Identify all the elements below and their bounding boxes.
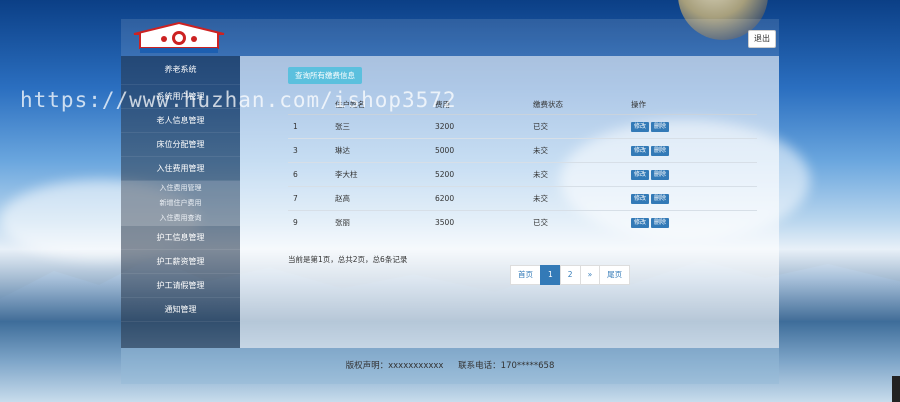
sidebar: 养老系统 系统用户管理 老人信息管理 床位分配管理 入住费用管理 入住费用管理 … [121, 56, 240, 348]
sidebar-system-title: 养老系统 [121, 56, 240, 85]
cell-id: 9 [288, 210, 330, 234]
cell-actions: 修改 删除 [626, 186, 757, 211]
sidebar-item-caregivers[interactable]: 护工信息管理 [121, 226, 240, 250]
table-header-row: 住户姓名 费用 缴费状态 操作 [288, 94, 757, 115]
cell-fee: 5200 [430, 162, 528, 187]
cell-name: 李大柱 [330, 162, 430, 187]
pager-page-2[interactable]: 2 [559, 265, 581, 285]
cell-actions: 修改 删除 [626, 114, 757, 139]
cell-name: 张丽 [330, 210, 430, 234]
cell-status: 已交 [528, 114, 626, 139]
footer: 版权声明：xxxxxxxxxxx 联系电话：170*****658 [121, 348, 779, 384]
cell-id: 3 [288, 138, 330, 163]
page-summary: 当前是第1页，总共2页，总6条记录 [288, 255, 408, 264]
fee-table: 住户姓名 费用 缴费状态 操作 1 张三 3200 已交 修改 删除 3 琳达 5 [288, 94, 757, 234]
cell-actions: 修改 删除 [626, 138, 757, 163]
sidebar-item-salary[interactable]: 护工薪资管理 [121, 250, 240, 274]
table-row: 7 赵高 6200 未交 修改 删除 [288, 186, 757, 211]
pagination: 首页 1 2 » 尾页 [510, 265, 631, 285]
cell-name: 张三 [330, 114, 430, 139]
table-row: 3 琳达 5000 未交 修改 删除 [288, 138, 757, 163]
footer-phone: 联系电话：170*****658 [458, 361, 555, 371]
delete-button[interactable]: 删除 [651, 218, 670, 228]
pager-page-1[interactable]: 1 [540, 265, 561, 285]
cell-fee: 3200 [430, 114, 528, 139]
submenu-item-fee-query[interactable]: 入住费用查询 [121, 211, 240, 226]
sidebar-submenu-fees: 入住费用管理 新增住户费用 入住费用查询 [121, 181, 240, 226]
main-content: 查询所有缴费信息 住户姓名 费用 缴费状态 操作 1 张三 3200 已交 修改… [240, 56, 779, 348]
cell-fee: 6200 [430, 186, 528, 211]
col-header-name: 住户姓名 [330, 94, 430, 115]
col-header-fee: 费用 [430, 94, 528, 115]
cell-status: 未交 [528, 162, 626, 187]
edit-button[interactable]: 修改 [631, 170, 650, 180]
logout-button[interactable]: 退出 [748, 30, 776, 48]
edit-button[interactable]: 修改 [631, 218, 650, 228]
delete-button[interactable]: 删除 [651, 170, 670, 180]
delete-button[interactable]: 删除 [651, 146, 670, 156]
delete-button[interactable]: 删除 [651, 194, 670, 204]
submenu-item-fee-manage[interactable]: 入住费用管理 [121, 181, 240, 196]
col-header-actions: 操作 [626, 94, 757, 115]
col-header-id [288, 94, 330, 115]
cell-fee: 5000 [430, 138, 528, 163]
col-header-status: 缴费状态 [528, 94, 626, 115]
table-row: 9 张丽 3500 已交 修改 删除 [288, 210, 757, 234]
pager-next[interactable]: » [579, 265, 601, 285]
sidebar-item-notices[interactable]: 通知管理 [121, 298, 240, 322]
cell-name: 赵高 [330, 186, 430, 211]
sidebar-item-beds[interactable]: 床位分配管理 [121, 133, 240, 157]
cell-status: 未交 [528, 138, 626, 163]
edit-button[interactable]: 修改 [631, 122, 650, 132]
cell-actions: 修改 删除 [626, 162, 757, 187]
top-header: 退出 [121, 19, 779, 56]
cell-status: 未交 [528, 186, 626, 211]
delete-button[interactable]: 删除 [651, 122, 670, 132]
corner-edge [892, 376, 900, 402]
footer-copyright: 版权声明：xxxxxxxxxxx [345, 361, 444, 371]
query-all-button[interactable]: 查询所有缴费信息 [288, 67, 362, 84]
pager-last[interactable]: 尾页 [599, 265, 631, 285]
sidebar-item-elders[interactable]: 老人信息管理 [121, 109, 240, 133]
sidebar-item-fees[interactable]: 入住费用管理 [121, 157, 240, 181]
cell-id: 1 [288, 114, 330, 139]
sidebar-item-leave[interactable]: 护工请假管理 [121, 274, 240, 298]
cell-id: 7 [288, 186, 330, 211]
cell-name: 琳达 [330, 138, 430, 163]
logo-icon [133, 22, 225, 53]
cell-actions: 修改 删除 [626, 210, 757, 234]
submenu-item-fee-add[interactable]: 新增住户费用 [121, 196, 240, 211]
table-row: 1 张三 3200 已交 修改 删除 [288, 114, 757, 139]
pager-first[interactable]: 首页 [510, 265, 541, 285]
table-row: 6 李大柱 5200 未交 修改 删除 [288, 162, 757, 187]
app-window: 退出 养老系统 系统用户管理 老人信息管理 床位分配管理 入住费用管理 入住费用… [121, 19, 779, 384]
edit-button[interactable]: 修改 [631, 194, 650, 204]
sidebar-item-users[interactable]: 系统用户管理 [121, 85, 240, 109]
edit-button[interactable]: 修改 [631, 146, 650, 156]
cell-id: 6 [288, 162, 330, 187]
cell-status: 已交 [528, 210, 626, 234]
cell-fee: 3500 [430, 210, 528, 234]
